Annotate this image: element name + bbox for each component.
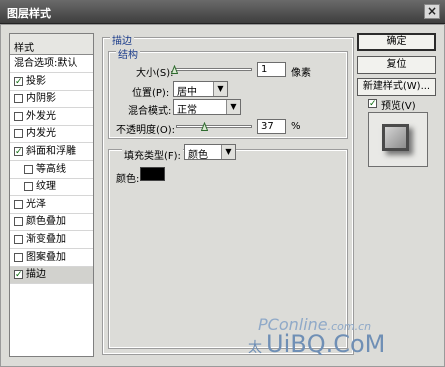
style-item[interactable]: 内发光 (10, 126, 93, 144)
opacity-input[interactable]: 37 (257, 119, 286, 134)
style-item-label: 描边 (26, 269, 46, 281)
blend-mode-select[interactable]: 正常 ▼ (173, 99, 241, 116)
slider-thumb-icon[interactable] (171, 65, 178, 74)
position-select[interactable]: 居中 ▼ (173, 81, 228, 98)
style-item[interactable]: ✓ 斜面和浮雕 (10, 144, 93, 161)
reset-button[interactable]: 复位 (357, 56, 436, 74)
styles-list-header: 样式 (10, 34, 93, 55)
style-item-label: 等高线 (36, 163, 66, 175)
style-item[interactable]: ✓ 描边 (10, 267, 93, 285)
ok-button[interactable]: 确定 (357, 33, 436, 51)
close-icon[interactable]: × (424, 4, 440, 19)
opacity-label: 不透明度(O): (116, 125, 176, 136)
style-checkbox[interactable] (14, 129, 23, 139)
size-label: 大小(S): (136, 68, 174, 79)
style-preview (368, 112, 428, 167)
structure-title: 结构 (116, 46, 140, 61)
style-checkbox[interactable]: ✓ (14, 76, 23, 87)
style-item-label: 外发光 (26, 110, 56, 122)
chevron-down-icon: ▼ (213, 82, 227, 96)
style-item-label: 图案叠加 (26, 251, 66, 263)
style-item-label: 混合选项:默认 (14, 58, 78, 69)
preview-square (382, 124, 409, 151)
position-value: 居中 (177, 87, 197, 98)
fill-type-value: 颜色 (188, 150, 208, 161)
style-item[interactable]: 纹理 (10, 179, 93, 197)
style-item-label: 纹理 (36, 181, 56, 193)
style-item[interactable]: 图案叠加 (10, 250, 93, 267)
watermark-line2: 太 UiBQ.CoM (248, 330, 385, 358)
preview-checkbox[interactable]: ✓ 预览(V) (368, 97, 438, 112)
style-checkbox[interactable] (14, 199, 23, 209)
style-checkbox[interactable]: ✓ (14, 270, 23, 281)
blend-mode-label: 混合模式: (128, 106, 172, 117)
size-unit: 像素 (291, 68, 311, 79)
preview-label: 预览(V) (381, 101, 416, 112)
stroke-section-title: 描边 (110, 32, 134, 47)
fill-type-select[interactable]: 颜色 ▼ (184, 144, 236, 161)
style-item[interactable]: 渐变叠加 (10, 232, 93, 249)
new-style-button[interactable]: 新建样式(W)... (357, 78, 436, 96)
checkmark-icon[interactable]: ✓ (368, 99, 377, 109)
style-checkbox[interactable] (14, 252, 23, 262)
style-item-label: 光泽 (26, 198, 46, 210)
style-checkbox[interactable] (24, 164, 33, 174)
style-item-label: 投影 (26, 75, 46, 87)
checkmark-icon: ✓ (15, 270, 23, 281)
style-checkbox[interactable] (24, 182, 33, 192)
watermark-site: UiBQ.CoM (266, 330, 386, 358)
style-item-label: 斜面和浮雕 (26, 146, 76, 157)
style-item[interactable]: 外发光 (10, 109, 93, 126)
chevron-down-icon: ▼ (226, 100, 240, 114)
opacity-unit: % (291, 121, 301, 132)
style-checkbox[interactable] (14, 111, 23, 121)
style-item[interactable]: 内阴影 (10, 91, 93, 109)
style-checkbox[interactable] (14, 94, 23, 104)
style-item[interactable]: 光泽 (10, 197, 93, 214)
style-item-label: 颜色叠加 (26, 216, 66, 228)
style-item[interactable]: 混合选项:默认 (10, 56, 93, 73)
color-swatch[interactable] (140, 167, 165, 181)
size-slider[interactable] (174, 68, 252, 71)
chevron-down-icon: ▼ (221, 145, 235, 159)
title-bar: 图层样式 × (0, 0, 445, 24)
style-checkbox[interactable]: ✓ (14, 147, 23, 157)
size-input[interactable]: 1 (257, 62, 286, 77)
style-item[interactable]: 等高线 (10, 162, 93, 179)
style-checkbox[interactable] (14, 235, 23, 244)
blend-mode-value: 正常 (177, 105, 197, 116)
style-item-label: 内阴影 (26, 93, 56, 105)
checkmark-icon: ✓ (15, 147, 23, 157)
style-item[interactable]: 颜色叠加 (10, 214, 93, 232)
watermark-prefix: 太 (248, 340, 262, 356)
position-label: 位置(P): (132, 88, 170, 99)
style-item-label: 渐变叠加 (26, 234, 66, 245)
fill-type-label: 填充类型(F): (122, 147, 183, 162)
opacity-slider[interactable] (176, 125, 252, 128)
style-item[interactable]: ✓ 投影 (10, 74, 93, 91)
style-item-label: 内发光 (26, 128, 56, 140)
window-title: 图层样式 (7, 7, 51, 20)
style-checkbox[interactable] (14, 217, 23, 227)
slider-thumb-icon[interactable] (201, 122, 209, 131)
styles-list: 样式 混合选项:默认 ✓ 投影 内阴影 外发光 内发光 ✓ 斜面和浮雕 等高线 纹理 光泽 颜色叠加渐… (9, 33, 94, 357)
color-label: 颜色: (116, 174, 140, 185)
checkmark-icon: ✓ (15, 76, 23, 87)
